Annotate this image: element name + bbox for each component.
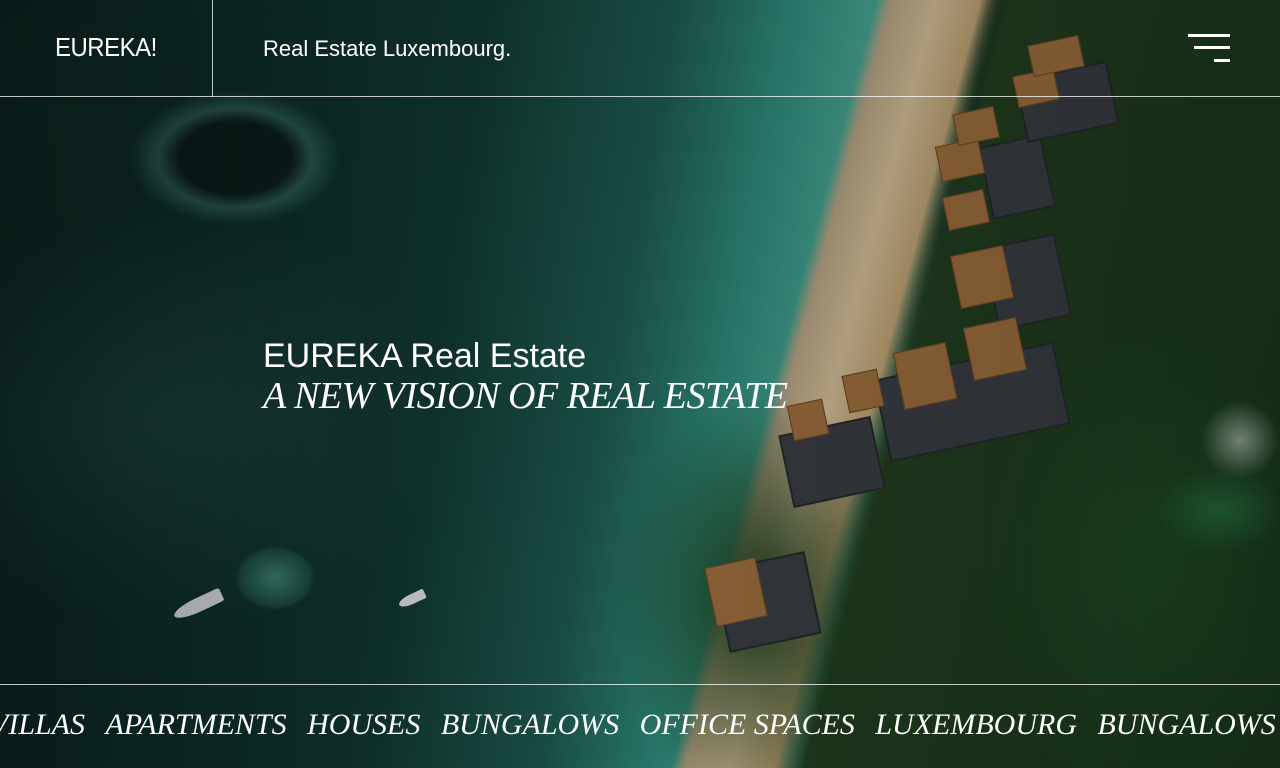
site-logo[interactable]: EUREKA!: [55, 32, 157, 63]
ticker-item-houses[interactable]: HOUSES: [307, 705, 420, 745]
header-divider: [212, 0, 213, 97]
ticker-item-bungalows-2[interactable]: BUNGALOWS: [1097, 705, 1275, 745]
category-ticker: VILLAS APARTMENTS HOUSES BUNGALOWS OFFIC…: [0, 705, 1280, 749]
ticker-item-luxembourg[interactable]: LUXEMBOURG: [875, 705, 1077, 745]
hamburger-menu-icon[interactable]: [1186, 33, 1232, 67]
menu-line: [1188, 34, 1230, 37]
ticker-item-office-spaces[interactable]: OFFICE SPACES: [640, 705, 855, 745]
menu-line: [1214, 59, 1230, 62]
hero-subtitle: A NEW VISION OF REAL ESTATE: [263, 375, 788, 417]
hero-title: EUREKA Real Estate: [263, 337, 587, 375]
ticker-track: VILLAS APARTMENTS HOUSES BUNGALOWS OFFIC…: [0, 705, 1280, 745]
menu-line: [1194, 46, 1230, 49]
ticker-divider: [0, 684, 1280, 685]
header-tagline: Real Estate Luxembourg.: [263, 36, 512, 61]
ticker-item-villas[interactable]: VILLAS: [0, 705, 85, 745]
ticker-item-apartments[interactable]: APARTMENTS: [105, 705, 286, 745]
ticker-item-bungalows[interactable]: BUNGALOWS: [441, 705, 619, 745]
site-header: EUREKA! Real Estate Luxembourg.: [0, 0, 1280, 97]
